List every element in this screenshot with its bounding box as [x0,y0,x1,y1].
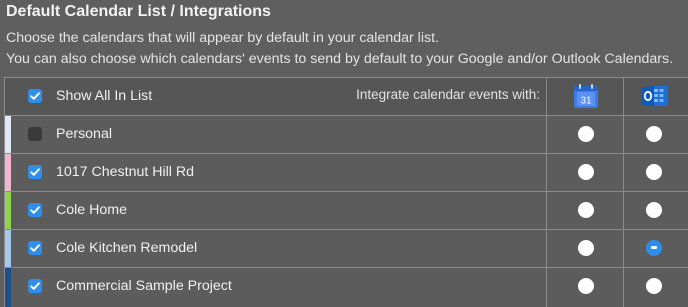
column-divider [623,116,624,153]
calendar-row-cole-home: Cole Home [5,192,688,230]
calendar-label: 1017 Chestnut Hill Rd [56,164,195,180]
checkmark-icon [30,206,40,214]
column-divider [623,192,624,229]
column-divider [546,154,547,191]
column-divider [546,78,547,115]
outlook-sync-radio[interactable] [646,164,662,180]
table-header-row: Show All In List Integrate calendar even… [5,78,688,116]
calendar-row-cole-kitchen-remodel: Cole Kitchen Remodel [5,230,688,268]
calendar-checkbox[interactable] [28,165,42,179]
description-line-2: You can also choose which calendars' eve… [6,51,674,67]
outlook-sync-radio[interactable] [646,278,662,294]
column-divider [623,230,624,267]
calendar-checkbox[interactable] [28,241,42,255]
outlook-sync-radio[interactable] [646,202,662,218]
calendar-row-personal: Personal [5,116,688,154]
google-sync-radio[interactable] [578,202,594,218]
column-divider [546,116,547,153]
column-divider [623,268,624,307]
calendar-color-bar [5,154,11,191]
outlook-sync-radio-selected[interactable] [646,240,662,256]
google-sync-radio[interactable] [578,240,594,256]
column-divider [546,192,547,229]
google-sync-radio[interactable] [578,126,594,142]
column-divider [623,154,624,191]
outlook-calendar-icon [642,85,668,107]
show-all-label[interactable]: Show All In List [56,88,152,104]
google-calendar-icon: 31 [574,84,598,108]
calendar-row-commercial-sample-project: Commercial Sample Project [5,268,688,307]
calendar-color-bar [5,192,11,229]
outlook-sync-radio[interactable] [646,126,662,142]
calendar-label: Cole Home [56,202,127,218]
checkmark-icon [30,92,40,100]
calendar-row-1017-chestnut-hill-rd: 1017 Chestnut Hill Rd [5,154,688,192]
integrate-label: Integrate calendar events with: [356,87,540,102]
calendar-color-bar [5,230,11,267]
checkmark-icon [30,282,40,290]
calendar-label: Commercial Sample Project [56,278,232,294]
calendar-label: Cole Kitchen Remodel [56,240,198,256]
calendar-color-bar [5,268,11,307]
column-divider [546,230,547,267]
column-divider [623,78,624,115]
google-sync-radio[interactable] [578,278,594,294]
calendar-integration-table: Show All In List Integrate calendar even… [4,77,688,307]
show-all-checkbox[interactable] [28,89,42,103]
section-title: Default Calendar List / Integrations [6,3,271,20]
google-calendar-icon-date: 31 [580,96,592,107]
google-sync-radio[interactable] [578,164,594,180]
calendar-label: Personal [56,126,112,142]
calendar-checkbox[interactable] [28,279,42,293]
checkmark-icon [30,168,40,176]
description-line-1: Choose the calendars that will appear by… [6,30,439,46]
calendar-checkbox[interactable] [28,203,42,217]
calendar-color-bar [5,116,11,153]
checkmark-icon [30,244,40,252]
column-divider [546,268,547,307]
calendar-checkbox[interactable] [28,127,42,141]
